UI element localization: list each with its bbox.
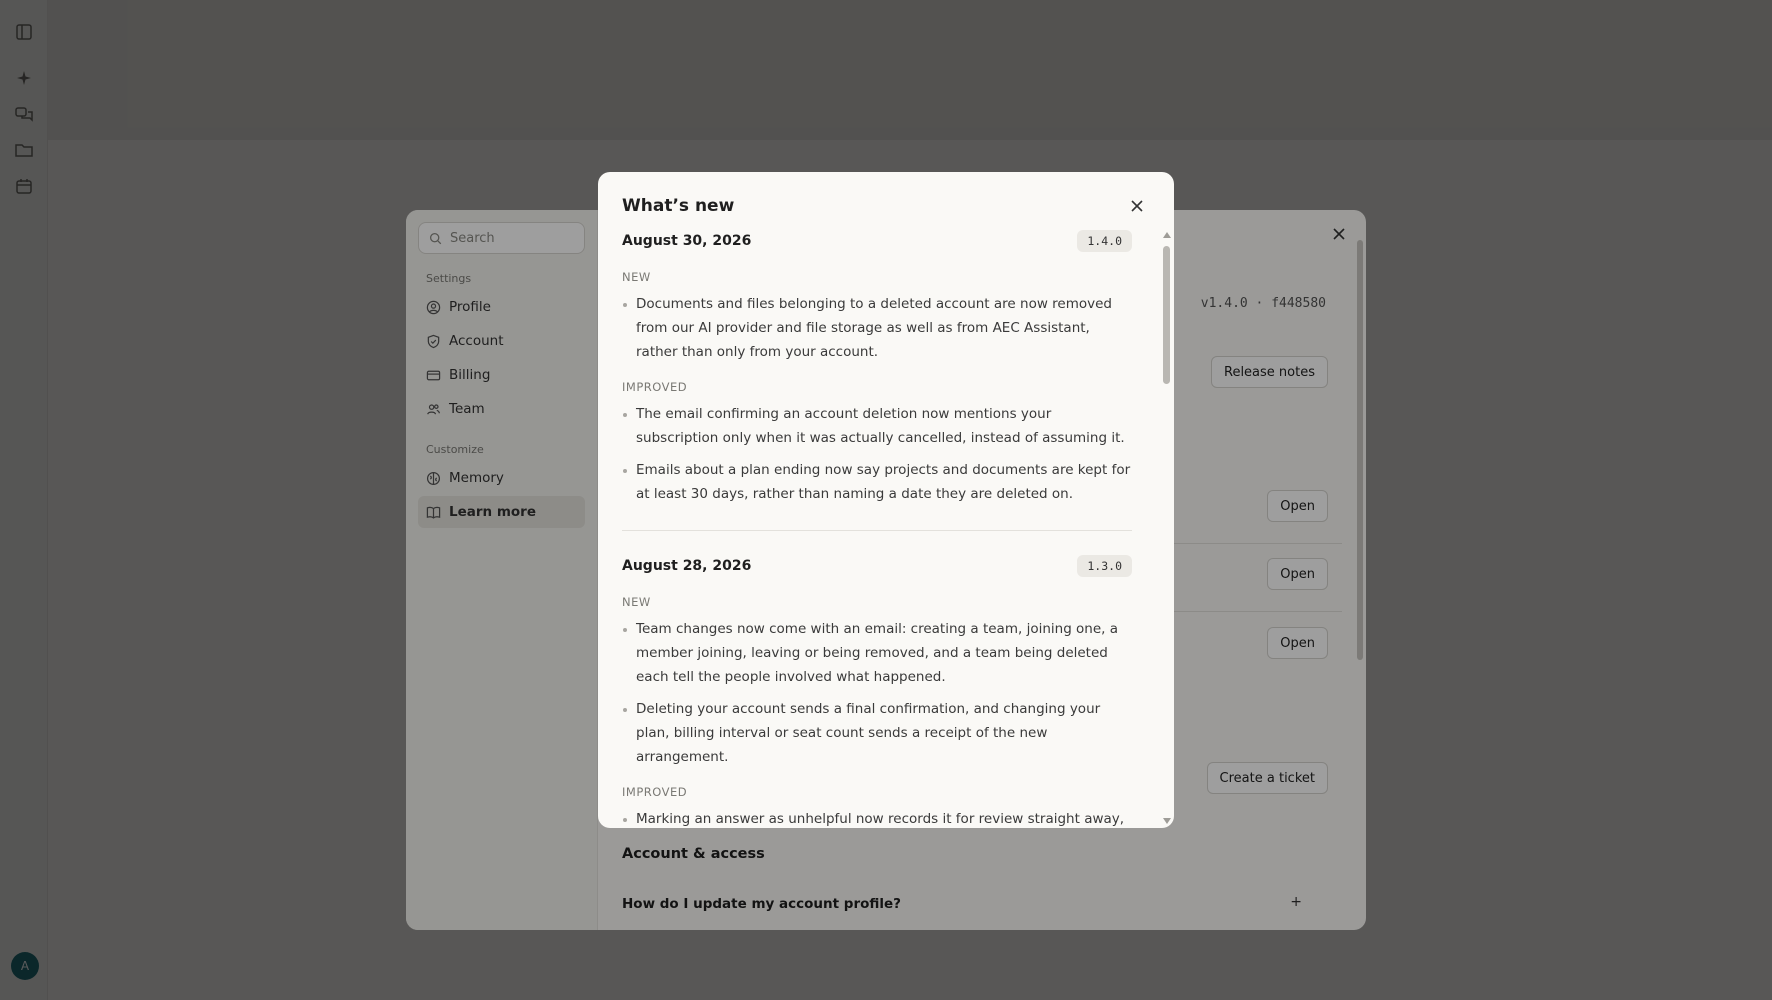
release-date: August 30, 2026 [622,233,752,249]
whats-new-dialog: What’s new August 30, 2026 1.4.0 NEW Doc… [598,172,1174,828]
list-item: Marking an answer as unhelpful now recor… [622,807,1132,826]
release-entry: August 30, 2026 1.4.0 NEW Documents and … [622,228,1132,530]
section-label: NEW [622,595,651,609]
release-list[interactable]: August 30, 2026 1.4.0 NEW Documents and … [622,228,1132,826]
list-item: Documents and files belonging to a delet… [622,292,1132,364]
list-item: Team changes now come with an email: cre… [622,617,1132,689]
dialog-title: What’s new [622,196,735,216]
release-entry: August 28, 2026 1.3.0 NEW Team changes n… [622,530,1132,826]
scroll-up-icon[interactable] [1163,232,1171,238]
version-badge: 1.4.0 [1077,230,1132,252]
list-item: The email confirming an account deletion… [622,402,1132,450]
scrollbar-thumb[interactable] [1163,246,1170,384]
version-badge: 1.3.0 [1077,555,1132,577]
section-label: IMPROVED [622,785,688,799]
section-label: IMPROVED [622,380,688,394]
release-date: August 28, 2026 [622,558,752,574]
list-item: Deleting your account sends a final conf… [622,697,1132,769]
list-item: Emails about a plan ending now say proje… [622,458,1132,506]
close-icon[interactable] [1130,198,1148,216]
section-label: NEW [622,270,651,284]
modal-scrollbar[interactable] [1162,232,1172,824]
scroll-down-icon[interactable] [1163,818,1171,824]
